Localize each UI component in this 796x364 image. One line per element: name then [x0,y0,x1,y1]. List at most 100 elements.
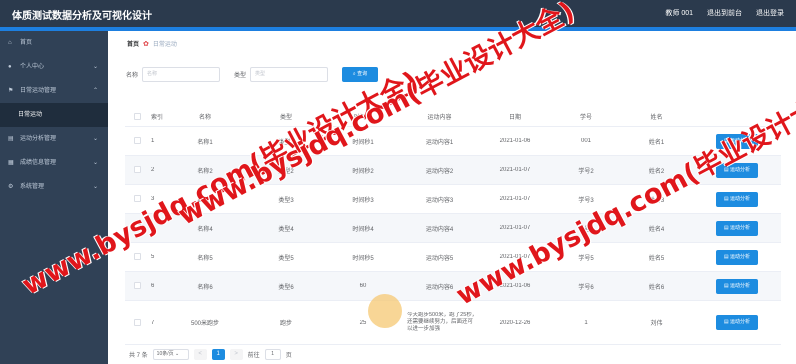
column-header: 索引 [151,115,163,121]
column-header: 名称 [198,115,211,121]
cell-date: 2021-01-07 [499,167,531,173]
cell-date: 2020-12-26 [499,319,531,326]
cell-person: 姓名1 [648,139,665,146]
cell-time: 60 [359,283,367,289]
table-row: 7 500米跑步 跑步 25 今天跑步500米，跑了25秒，还需要继续努力，后面… [125,301,781,345]
user-label: 教师 001 [665,10,693,17]
cell-content: 运动内容2 [425,168,454,175]
data-table: 索引 名称 类型 时间秒 运动内容 日期 学号 姓名 1 名称1 类型1 时间秒… [125,107,781,345]
cell-date: 2021-01-07 [499,196,531,202]
cell-person: 姓名6 [648,284,665,291]
cell-index: 1 [151,138,155,144]
cell-name: 500米跑步 [190,321,219,327]
row-checkbox[interactable] [133,166,141,174]
cell-date: 2021-01-06 [499,138,531,144]
sidebar-item-label: 运动分析管理 [20,136,57,142]
cell-type: 跑步 [279,321,292,327]
analysis-button-label: 运动分析 [730,319,751,325]
cell-content: 今天跑步500米，跑了25秒，还需要继续努力，后面还可以进一步加强 [407,312,478,332]
table-row: 5 名称5 类型5 时间秒5 运动内容5 2021-01-07 学号5 姓名5 … [125,243,781,272]
analysis-button[interactable]: ▤ 运动分析 [716,315,758,330]
analysis-button-label: 运动分析 [730,282,751,289]
cell-time: 时间秒2 [352,168,374,175]
cursor-highlight [368,294,402,328]
cell-index: 2 [151,167,155,173]
cell-person: 刘伟 [650,321,663,327]
sidebar-item-label: 系统管理 [20,184,45,190]
row-checkbox[interactable] [133,137,141,145]
column-header: 学号 [579,115,592,121]
logout-link[interactable]: 退出登录 [756,8,784,18]
next-page-button[interactable]: > [229,349,243,360]
sidebar-item-profile[interactable]: ● 个人中心 ⌄ [0,55,108,79]
analysis-button-label: 运动分析 [730,195,751,202]
type-label: 类型 [234,73,247,79]
cell-student-no: 学号2 [578,168,594,175]
sidebar-item-label: 首页 [20,40,33,46]
goto-page-input[interactable]: 1 [264,349,281,360]
app-title: 体质测试数据分析及可视化设计 [12,11,152,22]
prev-page-button[interactable]: < [193,349,207,360]
chevron-down-icon: ⌄ [92,136,98,142]
page-suffix: 页 [285,353,292,359]
type-input[interactable]: 类型 [250,67,329,82]
search-form: 名称 名称 类型 类型 ⌕ 查询 [126,67,379,82]
breadcrumb-home[interactable]: 首页 [127,39,139,48]
analysis-button[interactable]: ▤ 运动分析 [716,191,758,207]
cell-name: 名称5 [197,255,213,262]
sidebar-item-label: 个人中心 [20,64,45,70]
sidebar-item-sport-analysis[interactable]: ▤ 运动分析管理 ⌄ [0,127,108,151]
chevron-down-icon: ⌄ [92,184,98,190]
page-size-value: 10条/页 [156,351,174,357]
separator-icon: ✿ [143,40,149,48]
sidebar-item-daily-sport[interactable]: 日常运动 [0,103,108,127]
chevron-down-icon: ⌄ [175,351,180,357]
chart-icon: ▤ [8,136,14,142]
cell-time: 时间秒3 [352,197,374,204]
breadcrumb: 首页 ✿ 日常运动 [127,39,177,49]
table-header: 索引 名称 类型 时间秒 运动内容 日期 学号 姓名 [125,107,781,127]
cell-index: 6 [151,283,155,289]
row-checkbox[interactable] [133,282,141,290]
page-size-select[interactable]: 10条/页 ⌄ [152,349,189,360]
cell-content: 运动内容4 [425,226,454,233]
breadcrumb-current: 日常运动 [152,42,177,48]
chevron-down-icon: ⌄ [92,160,98,166]
cell-type: 类型4 [278,226,294,233]
select-all-checkbox[interactable] [133,112,141,120]
sidebar-item-system[interactable]: ⚙ 系统管理 ⌄ [0,175,108,199]
cell-student-no: 1 [584,319,588,326]
sidebar-item-label: 成绩信息管理 [20,160,57,166]
cell-type: 类型3 [278,197,294,204]
chevron-up-icon: ⌃ [92,88,98,94]
name-label: 名称 [126,73,139,79]
cell-time: 时间秒4 [352,226,374,233]
cell-content: 运动内容5 [425,255,454,262]
name-input[interactable]: 名称 [142,67,221,82]
document-icon: ▦ [8,160,14,166]
cell-type: 类型6 [278,284,294,291]
row-checkbox[interactable] [133,318,141,326]
cell-time: 时间秒5 [352,255,374,262]
analysis-button[interactable]: ▤ 运动分析 [716,220,758,236]
cell-index: 5 [151,254,155,260]
sidebar-item-daily-sport-mgmt[interactable]: ⚑ 日常运动管理 ⌃ [0,79,108,103]
cell-person: 姓名5 [648,255,665,262]
flag-icon: ⚑ [8,88,14,94]
analysis-button[interactable]: ▤ 运动分析 [716,249,758,265]
analysis-button-label: 运动分析 [730,253,751,260]
table-row: 4 名称4 类型4 时间秒4 运动内容4 2021-01-07 学号4 姓名4 … [125,214,781,243]
sidebar-item-score-info[interactable]: ▦ 成绩信息管理 ⌄ [0,151,108,175]
back-to-front-link[interactable]: 退出到前台 [707,8,742,18]
analysis-button[interactable]: ▤ 运动分析 [716,278,758,294]
cell-student-no: 学号6 [578,284,594,291]
cell-name: 名称6 [197,284,213,291]
user-icon: ● [8,64,12,70]
row-checkbox[interactable] [133,253,141,261]
page-number-current[interactable]: 1 [211,349,225,360]
cell-name: 名称1 [197,139,213,146]
sidebar-item-home[interactable]: ⌂ 首页 [0,31,108,55]
gear-icon: ⚙ [8,184,14,190]
top-bar: 体质测试数据分析及可视化设计 教师 001 退出到前台 退出登录 [0,0,796,27]
cell-content: 运动内容1 [425,139,454,146]
